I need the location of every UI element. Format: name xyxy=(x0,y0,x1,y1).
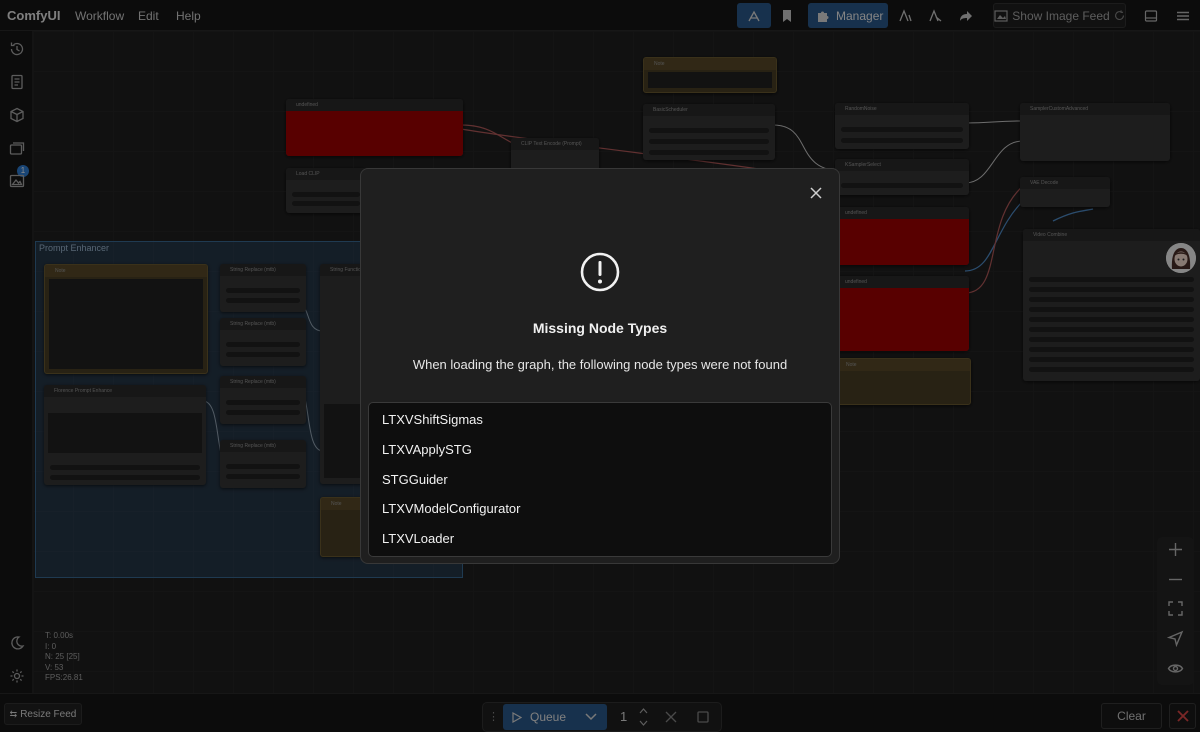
close-icon[interactable] xyxy=(808,185,824,201)
dialog-title: Missing Node Types xyxy=(532,320,668,336)
missing-node-item: LTXVModelConfigurator xyxy=(382,501,521,516)
warning-exclamation-icon xyxy=(580,252,620,292)
missing-node-types-dialog: Missing Node Types When loading the grap… xyxy=(360,168,840,564)
missing-node-item: LTXVApplySTG xyxy=(382,442,472,457)
missing-node-item: LTXVLoader xyxy=(382,531,455,546)
missing-node-item: LTXVShiftSigmas xyxy=(382,412,483,427)
missing-node-list: LTXVShiftSigmas LTXVApplySTG STGGuider L… xyxy=(368,402,832,557)
dialog-message: When loading the graph, the following no… xyxy=(412,357,788,372)
missing-node-item: STGGuider xyxy=(382,472,448,487)
